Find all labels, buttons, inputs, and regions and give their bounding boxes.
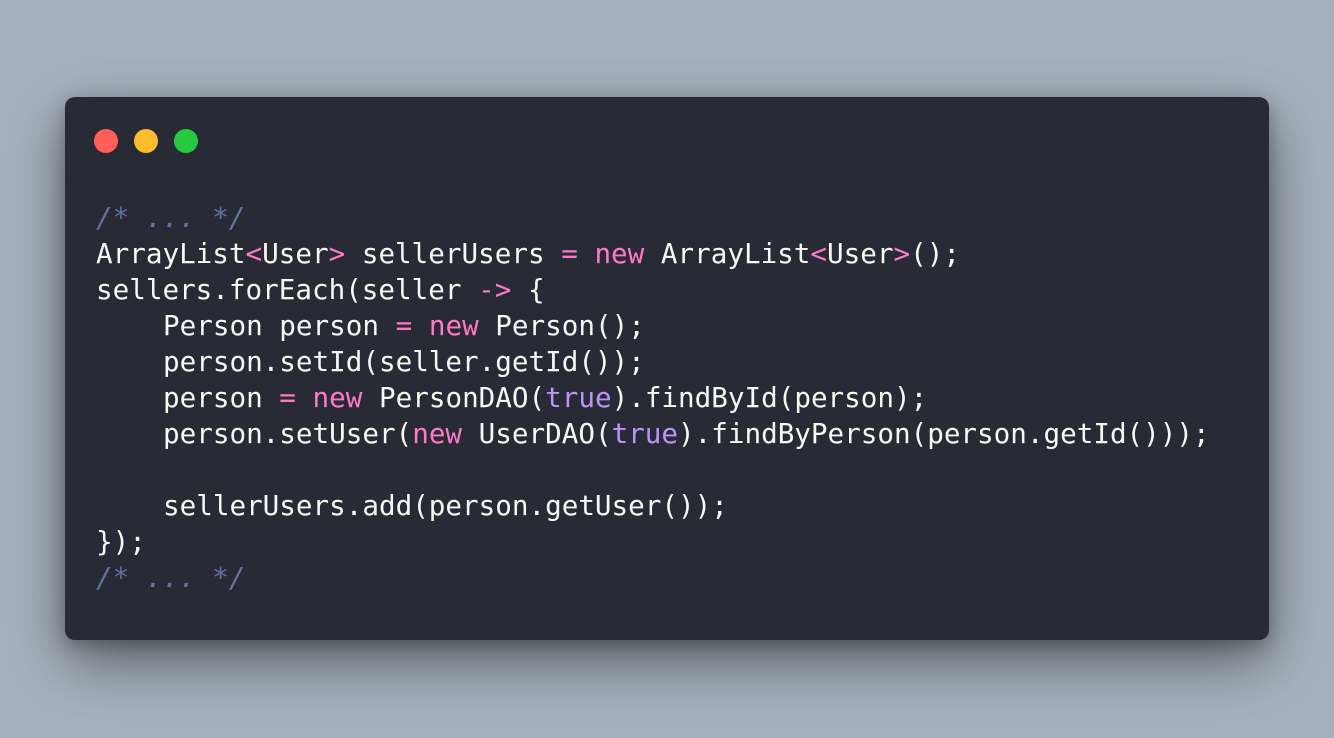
code-token-keyword: new <box>412 417 463 450</box>
code-line: /* ... */ <box>96 560 1210 596</box>
code-window: /* ... */ArrayList<User> sellerUsers = n… <box>65 97 1269 640</box>
code-token-keyword: = <box>395 309 413 342</box>
code-line: sellers.forEach(seller -> { <box>96 272 1210 308</box>
code-block: /* ... */ArrayList<User> sellerUsers = n… <box>96 200 1210 596</box>
code-token-plain: User <box>262 237 329 270</box>
code-token-plain: Person(); <box>478 309 645 342</box>
code-token-plain: ArrayList <box>644 237 811 270</box>
code-token-plain: person <box>163 381 280 414</box>
maximize-button[interactable] <box>174 129 198 153</box>
code-token-plain: (); <box>910 237 960 270</box>
code-token-constant: true <box>545 381 612 414</box>
code-line: person = new PersonDAO(true).findById(pe… <box>96 380 1210 416</box>
code-line: Person person = new Person(); <box>96 308 1210 344</box>
code-line: ArrayList<User> sellerUsers = new ArrayL… <box>96 236 1210 272</box>
code-token-plain: }); <box>96 525 146 558</box>
code-token-plain: PersonDAO( <box>362 381 546 414</box>
code-token-keyword: < <box>810 237 828 270</box>
code-token-keyword: > <box>328 237 346 270</box>
code-token-constant: true <box>611 417 679 450</box>
minimize-button[interactable] <box>134 129 158 153</box>
code-token-plain: Person person <box>163 309 396 342</box>
code-token-comment: /* ... */ <box>96 201 246 234</box>
code-token-plain: person.setId(seller.getId()); <box>163 345 645 378</box>
code-token-plain: ).findByPerson(person.getId())); <box>678 417 1210 450</box>
code-token-keyword: new <box>594 237 645 270</box>
code-line: person.setId(seller.getId()); <box>96 344 1210 380</box>
code-token-plain: sellerUsers.add(person.getUser()); <box>163 489 728 522</box>
code-token-plain: UserDAO( <box>462 417 612 450</box>
code-line: sellerUsers.add(person.getUser()); <box>96 488 1210 524</box>
close-button[interactable] <box>94 129 118 153</box>
code-token-plain: ArrayList <box>96 237 246 270</box>
window-controls <box>94 129 198 153</box>
code-line: /* ... */ <box>96 200 1210 236</box>
code-token-comment: /* ... */ <box>96 561 246 594</box>
code-token-keyword: = <box>561 237 578 270</box>
code-token-keyword: -> <box>478 273 512 306</box>
code-token-plain: { <box>511 273 545 306</box>
code-token-plain: User <box>827 237 894 270</box>
code-line: }); <box>96 524 1210 560</box>
code-line: person.setUser(new UserDAO(true).findByP… <box>96 416 1210 452</box>
code-token-keyword: > <box>893 237 911 270</box>
code-token-keyword: new <box>312 381 363 414</box>
code-token-plain: person.setUser( <box>163 417 413 450</box>
code-token-keyword: = <box>279 381 296 414</box>
code-token-plain: sellerUsers <box>345 237 562 270</box>
code-token-plain: sellers.forEach(seller <box>96 273 479 306</box>
code-token-plain: ).findById(person); <box>611 381 928 414</box>
code-token-keyword: new <box>428 309 479 342</box>
code-token-keyword: < <box>245 237 263 270</box>
